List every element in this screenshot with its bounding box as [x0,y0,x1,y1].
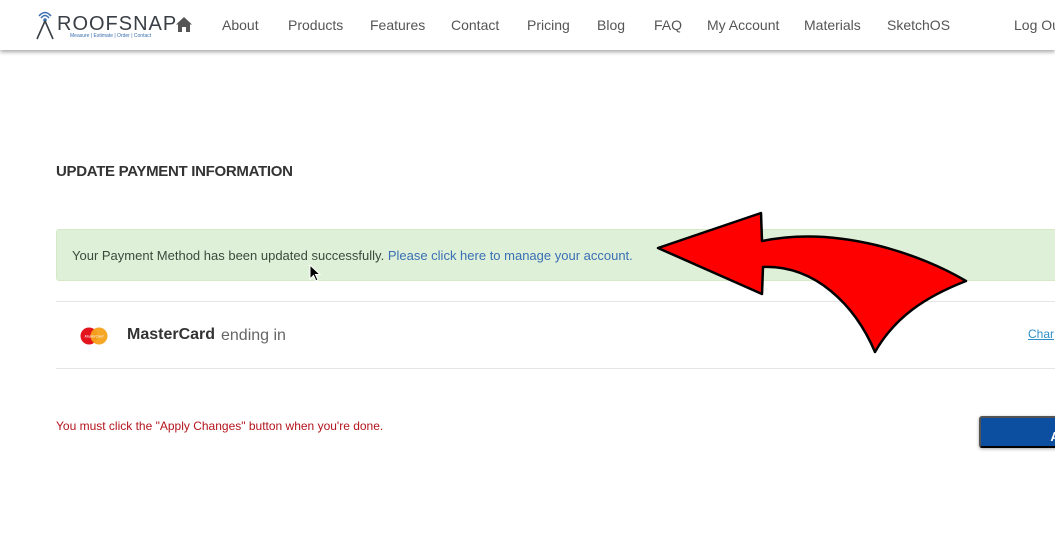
nav-about[interactable]: About [222,17,259,33]
card-brand: MasterCard [127,326,216,343]
home-icon[interactable] [175,16,193,33]
mouse-cursor-icon [309,264,321,282]
nav-products[interactable]: Products [288,17,343,33]
divider-bottom [56,368,1055,369]
apply-changes-button[interactable]: Ap [979,416,1055,448]
manage-account-link[interactable]: Please click here to manage your account… [388,248,633,263]
nav-blog[interactable]: Blog [597,17,625,33]
mastercard-icon: MasterCard [80,327,108,345]
nav-contact[interactable]: Contact [451,17,499,33]
change-card-link[interactable]: Char [1028,327,1054,341]
page: ROOFSNAP Measure | Estimate | Order | Co… [0,0,1055,540]
nav-sketchos[interactable]: SketchOS [887,17,950,33]
mastercard-logo-text: MasterCard [85,335,105,339]
card-ending: ending in [221,327,286,344]
nav-my-account[interactable]: My Account [707,17,779,33]
logo-tagline: Measure | Estimate | Order | Contact [70,33,152,39]
red-arrow-annotation [656,211,968,354]
roofsnap-logo[interactable]: ROOFSNAP Measure | Estimate | Order | Co… [35,6,176,44]
nav-logout[interactable]: Log Ou [1014,17,1055,33]
alert-message: Your Payment Method has been updated suc… [72,248,388,263]
nav-materials[interactable]: Materials [804,17,861,33]
apply-changes-notice: You must click the "Apply Changes" butto… [56,419,384,433]
nav-features[interactable]: Features [370,17,425,33]
nav-pricing[interactable]: Pricing [527,17,570,33]
site-header: ROOFSNAP Measure | Estimate | Order | Co… [0,0,1055,50]
alert-message-row: Your Payment Method has been updated suc… [72,248,633,263]
page-title: UPDATE PAYMENT INFORMATION [56,163,293,180]
nav-faq[interactable]: FAQ [654,17,682,33]
